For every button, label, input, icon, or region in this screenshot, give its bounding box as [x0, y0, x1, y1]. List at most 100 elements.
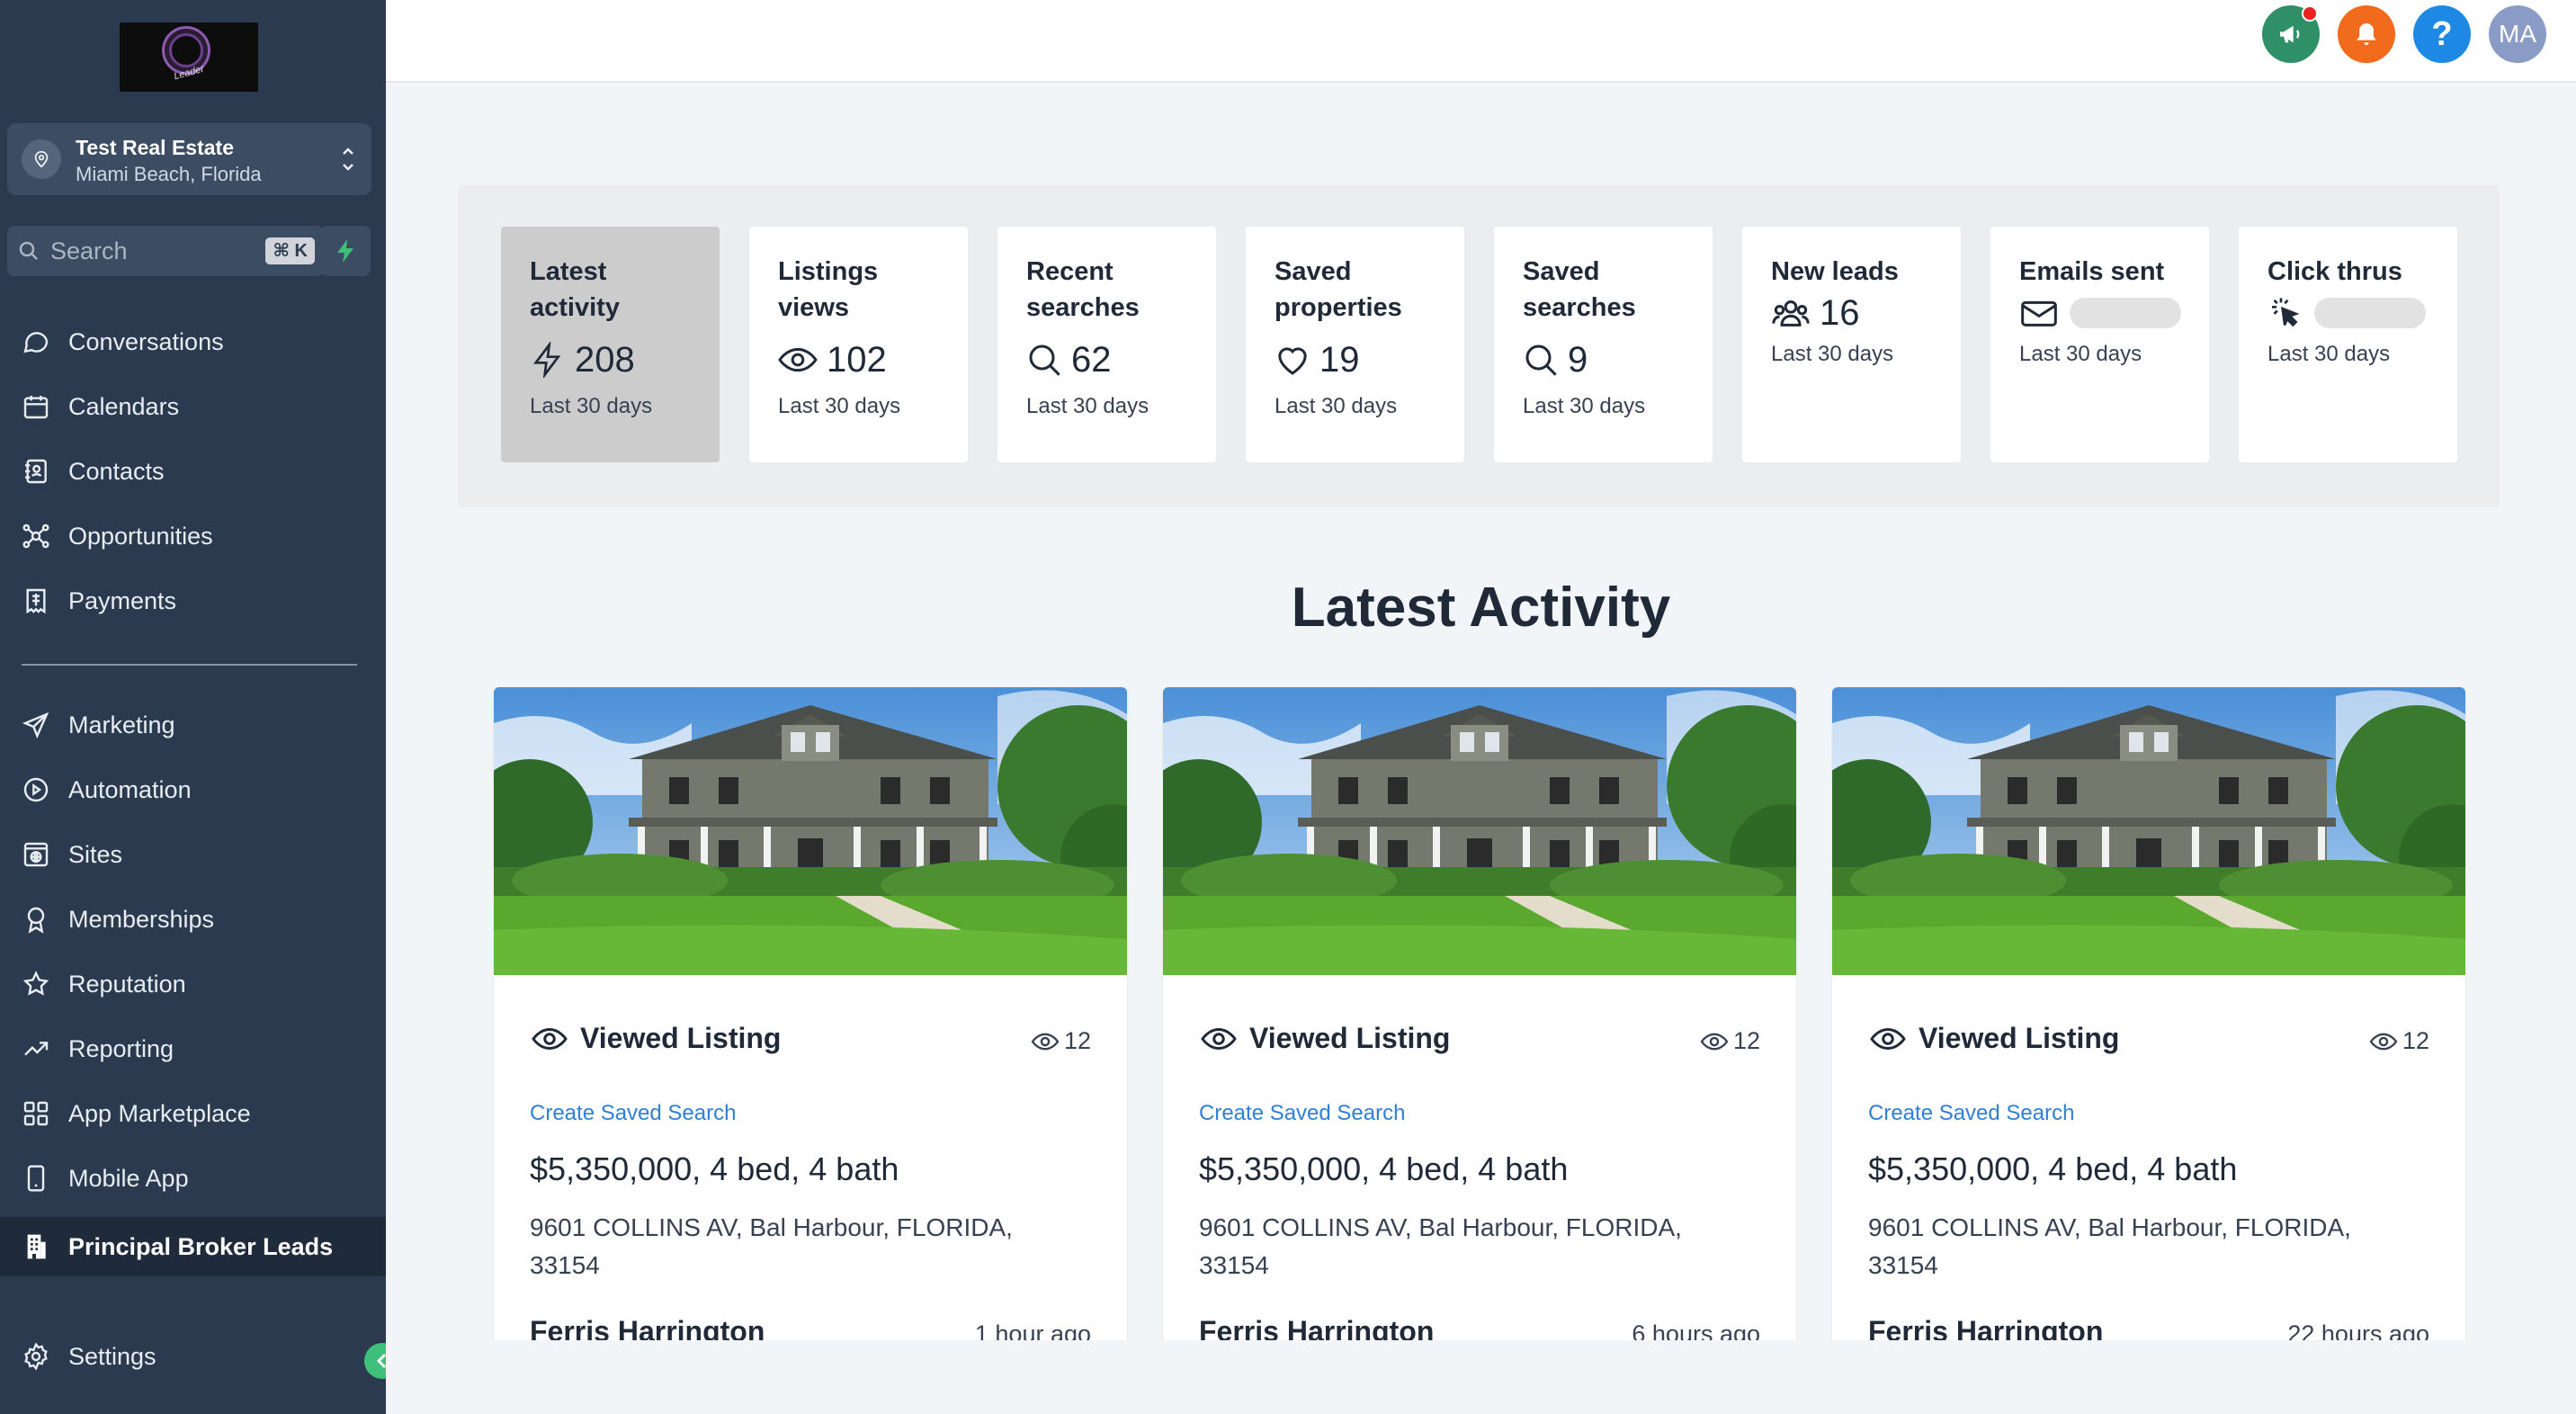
sidebar-item-label: Opportunities — [68, 522, 213, 550]
stat-title: New leads — [1771, 257, 1899, 286]
stat-listings-views[interactable]: Listings views 102 Last 30 days — [749, 227, 968, 462]
sidebar-item-settings[interactable]: Settings — [0, 1330, 386, 1383]
notification-dot — [2302, 5, 2318, 22]
sidebar-item-label: Settings — [68, 1342, 157, 1370]
create-saved-search-link[interactable]: Create Saved Search — [1199, 1101, 1405, 1126]
stat-value: 208 — [575, 339, 635, 380]
grid-icon — [23, 1101, 49, 1126]
listing-price: $5,350,000, 4 bed, 4 bath — [530, 1150, 899, 1187]
sidebar-item-label: Principal Broker Leads — [68, 1232, 334, 1260]
stat-saved-properties[interactable]: Saved properties 19 Last 30 days — [1246, 227, 1464, 462]
bolt-icon — [337, 239, 353, 263]
stat-title: Listings views — [778, 257, 879, 322]
globe-icon — [23, 842, 49, 867]
stat-emails-sent[interactable]: Emails sent Last 30 days — [1990, 227, 2209, 462]
user-avatar[interactable]: MA — [2489, 5, 2546, 63]
sidebar-item-opportunities[interactable]: Opportunities — [0, 510, 386, 562]
view-count: 12 — [2368, 1027, 2429, 1055]
stat-value: 19 — [1319, 339, 1360, 380]
star-icon — [22, 971, 49, 996]
stat-value: 9 — [1568, 339, 1588, 380]
sidebar-search[interactable]: ⌘ K — [7, 226, 324, 276]
sidebar-item-payments[interactable]: Payments — [0, 575, 386, 627]
play-circle-icon — [23, 777, 49, 802]
view-count-value: 12 — [1063, 1027, 1091, 1054]
sidebar-item-calendars[interactable]: Calendars — [0, 380, 386, 433]
listing-address: 9601 COLLINS AV, Bal Harbour, FLORIDA, 3… — [530, 1213, 1013, 1279]
listing-price: $5,350,000, 4 bed, 4 bath — [1868, 1150, 2238, 1187]
stat-latest-activity[interactable]: Latest activity 208 Last 30 days — [501, 227, 720, 462]
sidebar-item-label: Mobile App — [68, 1164, 189, 1192]
mobile-icon — [27, 1165, 45, 1192]
sidebar-item-memberships[interactable]: Memberships — [0, 893, 386, 945]
listing-photo[interactable] — [1832, 687, 2465, 975]
announcements-button[interactable] — [2262, 5, 2320, 63]
search-shortcut-badge: ⌘ K — [265, 237, 315, 264]
award-icon — [27, 907, 45, 934]
notifications-button[interactable] — [2338, 5, 2395, 63]
eye-icon — [1700, 1033, 1729, 1050]
megaphone-icon — [2280, 25, 2300, 43]
search-icon — [1525, 345, 1557, 376]
sidebar-item-label: Reputation — [68, 970, 186, 998]
activity-card[interactable]: Viewed Listing 12 Create Saved Search $5… — [1832, 687, 2465, 1353]
search-icon — [1029, 345, 1060, 376]
opportunities-icon — [22, 524, 49, 549]
sidebar-item-label: App Marketplace — [68, 1099, 251, 1127]
sidebar-item-automation[interactable]: Automation — [0, 764, 386, 816]
create-saved-search-link[interactable]: Create Saved Search — [530, 1101, 736, 1126]
sidebar-item-reputation[interactable]: Reputation — [0, 958, 386, 1010]
trending-icon — [24, 1042, 49, 1056]
sidebar: Leader Test Real Estate Miami Beach, Flo… — [0, 0, 400, 1414]
stat-title: Latest activity — [530, 257, 620, 322]
stat-period: Last 30 days — [778, 394, 901, 418]
stat-title: Click thrus — [2267, 257, 2402, 286]
listing-photo[interactable] — [1163, 687, 1796, 975]
sidebar-item-principal-broker-leads[interactable]: Principal Broker Leads — [0, 1217, 386, 1276]
sidebar-item-mobile-app[interactable]: Mobile App — [0, 1152, 386, 1204]
sidebar-item-marketing[interactable]: Marketing — [0, 699, 386, 751]
sidebar-item-label: Conversations — [68, 327, 224, 355]
account-location: Miami Beach, Florida — [76, 163, 262, 185]
stat-saved-searches[interactable]: Saved searches 9 Last 30 days — [1494, 227, 1713, 462]
search-input[interactable] — [50, 235, 257, 267]
section-title: Latest Activity — [1291, 577, 1671, 639]
sidebar-item-label: Automation — [68, 775, 192, 803]
quick-actions-button[interactable] — [320, 226, 371, 276]
sidebar-divider — [22, 664, 357, 666]
stat-period: Last 30 days — [1026, 394, 1149, 418]
company-logo[interactable]: Leader — [120, 22, 258, 92]
gear-icon — [24, 1342, 48, 1371]
listing-photo[interactable] — [494, 687, 1127, 975]
sidebar-item-reporting[interactable]: Reporting — [0, 1023, 386, 1075]
stat-title: Saved properties — [1275, 257, 1402, 322]
eye-icon — [532, 1027, 568, 1050]
eye-icon — [2369, 1033, 2398, 1050]
view-count: 12 — [1030, 1027, 1091, 1055]
calendar-icon — [23, 396, 49, 419]
stat-new-leads[interactable]: New leads 16 Last 30 days — [1742, 227, 1961, 462]
activity-card[interactable]: Viewed Listing 12 Create Saved Search $5… — [1163, 687, 1796, 1353]
stat-recent-searches[interactable]: Recent searches 62 Last 30 days — [997, 227, 1216, 462]
stat-period: Last 30 days — [2267, 342, 2391, 366]
sidebar-item-sites[interactable]: Sites — [0, 828, 386, 881]
activity-card[interactable]: Viewed Listing 12 Create Saved Search $5… — [494, 687, 1127, 1353]
create-saved-search-link[interactable]: Create Saved Search — [1868, 1101, 2074, 1126]
help-button[interactable]: ? — [2413, 5, 2471, 63]
sidebar-item-app-marketplace[interactable]: App Marketplace — [0, 1087, 386, 1140]
account-switcher[interactable]: Test Real Estate Miami Beach, Florida — [7, 123, 371, 195]
sidebar-item-label: Calendars — [68, 392, 180, 420]
stat-value: 62 — [1071, 339, 1112, 380]
logo-wordmark: Leader — [173, 63, 206, 83]
account-name: Test Real Estate — [76, 136, 234, 159]
stat-click-thrus[interactable]: Click thrus Last 30 days — [2239, 227, 2457, 462]
view-count-value: 12 — [1732, 1027, 1760, 1054]
activity-title: Viewed Listing — [1249, 1022, 1451, 1054]
listing-address: 9601 COLLINS AV, Bal Harbour, FLORIDA, 3… — [1199, 1213, 1682, 1279]
sidebar-item-conversations[interactable]: Conversations — [0, 316, 386, 368]
contacts-icon — [25, 459, 47, 484]
loading-skeleton — [2314, 298, 2426, 328]
sidebar-item-contacts[interactable]: Contacts — [0, 445, 386, 497]
stat-value: 102 — [827, 339, 887, 380]
eye-icon — [1031, 1033, 1060, 1050]
